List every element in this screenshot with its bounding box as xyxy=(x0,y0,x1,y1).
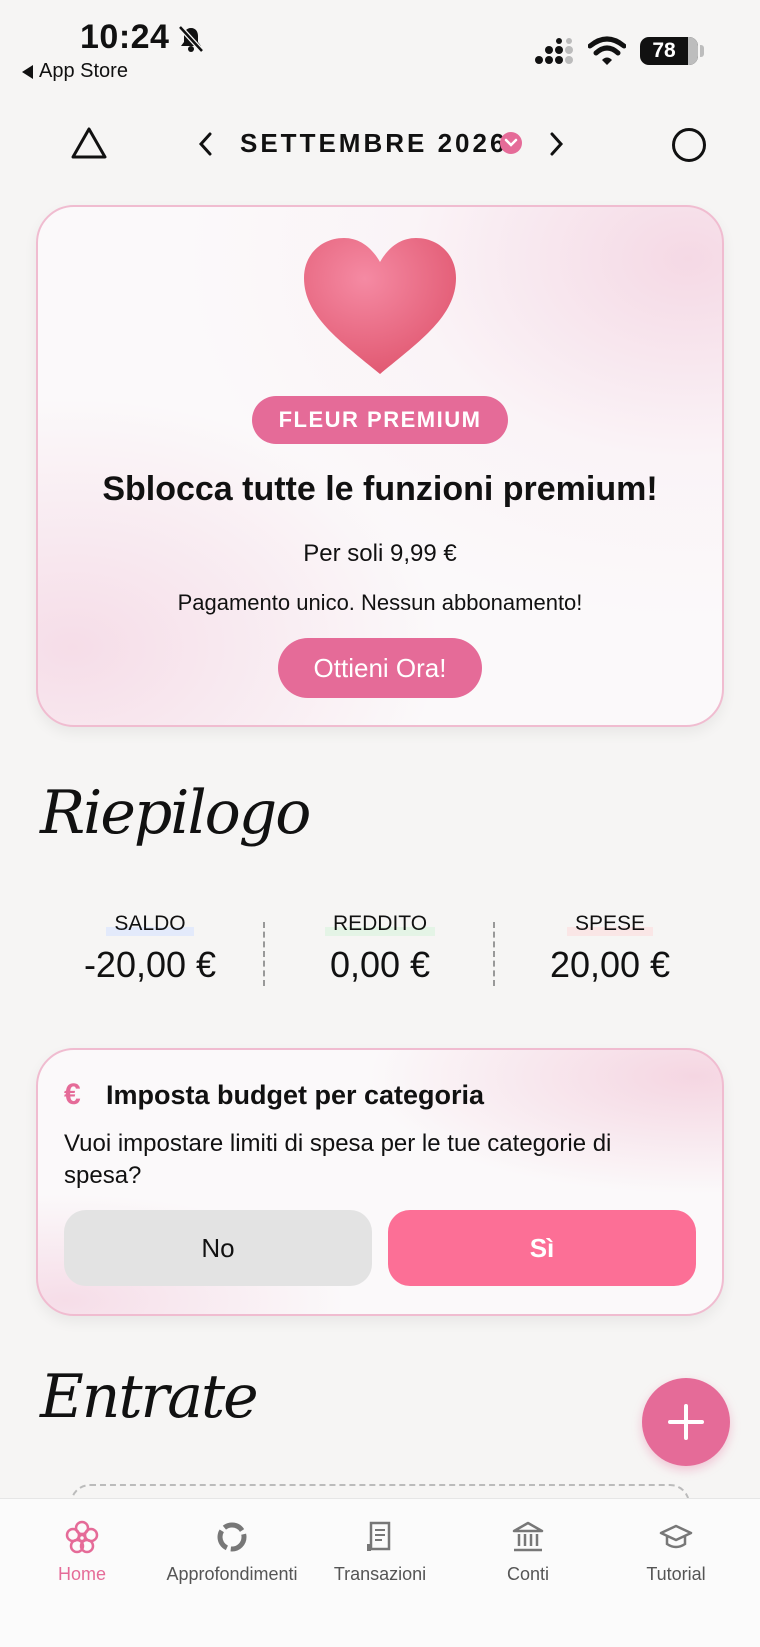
no-button[interactable]: No xyxy=(64,1210,372,1286)
income-title: Entrate xyxy=(40,1362,259,1432)
receipt-icon xyxy=(367,1521,391,1551)
back-label: App Store xyxy=(39,60,128,82)
expenses-label: SPESE xyxy=(566,912,654,936)
tab-transactions[interactable]: Transazioni xyxy=(300,1520,460,1585)
profile-circle-icon[interactable] xyxy=(672,128,706,162)
tab-tutorial-label: Tutorial xyxy=(646,1564,706,1584)
month-selector[interactable]: SETTEMBRE 2026 xyxy=(240,128,507,159)
bell-muted-icon xyxy=(178,25,204,53)
euro-icon: € xyxy=(64,1078,81,1111)
tab-home-label: Home xyxy=(57,1564,106,1584)
cellular-signal-icon xyxy=(535,38,573,64)
back-to-app-store[interactable]: App Store xyxy=(22,60,128,83)
add-button[interactable] xyxy=(642,1378,730,1466)
budget-title: Imposta budget per categoria xyxy=(106,1080,485,1110)
status-time: 10:24 xyxy=(80,18,170,56)
tab-home[interactable]: Home xyxy=(2,1520,162,1585)
donut-chart-icon xyxy=(217,1522,247,1552)
battery-indicator: 78 xyxy=(640,37,698,65)
previous-month-chevron-icon[interactable] xyxy=(196,130,216,158)
bank-icon xyxy=(512,1521,544,1552)
summary-divider xyxy=(493,922,495,986)
tab-accounts-label: Conti xyxy=(506,1564,550,1584)
premium-badge: FLEUR PREMIUM xyxy=(252,396,508,444)
balance-label: SALDO xyxy=(106,912,194,936)
flower-icon xyxy=(65,1520,99,1554)
premium-price: Per soli 9,99 € xyxy=(303,540,457,567)
wifi-icon xyxy=(588,36,626,65)
tab-insights-label: Approfondimenti xyxy=(166,1564,298,1584)
summary-divider xyxy=(263,922,265,986)
battery-nub xyxy=(700,45,704,57)
budget-text: Vuoi impostare limiti di spesa per le tu… xyxy=(64,1130,612,1189)
tab-insights[interactable]: Approfondimenti xyxy=(152,1520,312,1585)
summary-title: Riepilogo xyxy=(40,778,311,848)
summary-balance: SALDO -20,00 € xyxy=(40,912,260,986)
graduation-cap-icon xyxy=(659,1524,693,1549)
back-arrow-icon xyxy=(22,64,33,79)
premium-title: Sblocca tutte le funzioni premium! xyxy=(102,470,658,508)
month-dropdown-icon[interactable] xyxy=(500,132,522,154)
summary-expenses: SPESE 20,00 € xyxy=(500,912,720,986)
next-month-chevron-icon[interactable] xyxy=(546,130,566,158)
balance-value: -20,00 € xyxy=(83,944,217,985)
warning-triangle-icon[interactable] xyxy=(70,126,108,160)
get-premium-button[interactable]: Ottieni Ora! xyxy=(278,638,482,698)
tab-accounts[interactable]: Conti xyxy=(448,1520,608,1585)
heart-icon xyxy=(304,238,456,374)
summary-income: REDDITO 0,00 € xyxy=(270,912,490,986)
premium-subtitle: Pagamento unico. Nessun abbonamento! xyxy=(177,590,583,615)
expenses-value: 20,00 € xyxy=(549,944,671,985)
income-label: REDDITO xyxy=(324,912,436,936)
yes-button[interactable]: Sì xyxy=(388,1210,696,1286)
tab-tutorial[interactable]: Tutorial xyxy=(596,1520,756,1585)
plus-icon xyxy=(668,1404,704,1440)
tab-transactions-label: Transazioni xyxy=(333,1564,427,1584)
income-value: 0,00 € xyxy=(329,944,431,985)
